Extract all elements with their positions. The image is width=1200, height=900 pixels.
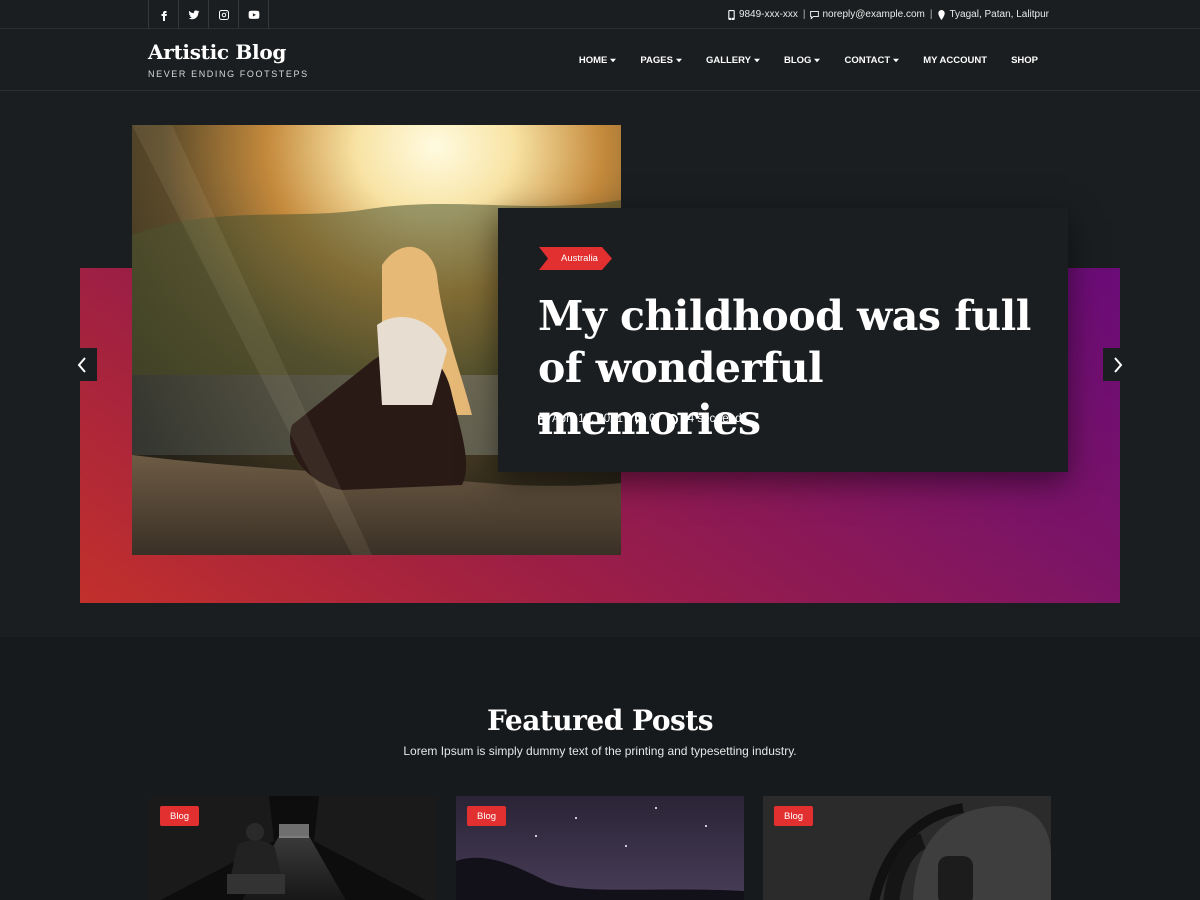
card-badge[interactable]: Blog [774,806,814,826]
email-address[interactable]: noreply@example.com [822,9,924,20]
nav-item-pages[interactable]: PAGES [628,55,694,66]
nav-label: SHOP [1011,55,1038,66]
map-pin-icon [938,9,946,20]
main-nav: HOME PAGES GALLERY BLOG CONTACT MY ACCOU… [567,30,1050,91]
chevron-down-icon [610,58,617,63]
nav-label: GALLERY [705,55,751,66]
nav-item-my-account[interactable]: MY ACCOUNT [911,55,999,66]
branding: Artistic Blog NEVER ENDING FOOTSTEPS [148,40,309,79]
nav-item-home[interactable]: HOME [567,55,629,66]
twitter-icon [188,9,199,19]
post-date-text: April 15, 2021 [552,413,623,425]
chevron-left-icon [77,356,86,373]
phone-info: 9849-xxx-xxx [727,9,798,20]
site-header: Artistic Blog NEVER ENDING FOOTSTEPS HOM… [0,30,1200,91]
calendar-icon [538,413,549,425]
section-subtitle: Lorem Ipsum is simply dummy text of the … [403,744,797,758]
comments-icon [634,414,646,425]
slider-next-button[interactable] [1103,348,1133,381]
youtube-link[interactable] [239,0,269,29]
chevron-right-icon [1114,356,1123,373]
nav-item-gallery[interactable]: GALLERY [694,55,772,66]
nav-label: HOME [578,55,608,66]
separator: | [929,9,933,20]
chevron-down-icon [814,58,821,63]
chevron-down-icon [675,58,682,63]
post-read-time: 24 sec read [667,413,741,425]
facebook-link[interactable] [149,0,179,29]
clock-icon [667,413,679,425]
slider-prev-button[interactable] [67,348,97,381]
section-title: Featured Posts [487,704,713,737]
youtube-icon [248,10,259,19]
address-text: Tyagal, Patan, Lalitpur [949,9,1049,20]
contact-info: 9849-xxx-xxx | noreply@example.com | Tya… [727,0,1049,29]
read-time-text: 24 sec read [681,413,742,425]
nav-label: MY ACCOUNT [923,55,988,66]
hero-post-card: Australia My childhood was full of wonde… [498,208,1068,472]
chevron-down-icon [754,58,760,63]
phone-number[interactable]: 9849-xxx-xxx [739,9,798,20]
featured-card[interactable]: Blog [763,796,1051,900]
chat-icon [810,10,820,20]
twitter-link[interactable] [179,0,209,29]
featured-card[interactable]: Blog [456,796,744,900]
facebook-icon [161,10,167,21]
nav-label: PAGES [640,55,673,66]
phone-icon [728,9,735,20]
post-date[interactable]: April 15, 2021 [538,413,623,425]
chevron-down-icon [893,58,900,63]
comment-count: 0 [648,413,656,425]
social-links [148,0,269,29]
post-comments[interactable]: 0 [634,413,656,425]
nav-label: BLOG [784,55,812,66]
card-badge[interactable]: Blog [160,806,200,826]
instagram-icon [218,9,229,20]
site-tagline: NEVER ENDING FOOTSTEPS [148,69,309,79]
nav-label: CONTACT [844,55,891,66]
nav-item-contact[interactable]: CONTACT [832,55,911,66]
address-info: Tyagal, Patan, Lalitpur [937,9,1049,20]
email-info: noreply@example.com [810,9,925,20]
separator: | [802,9,806,20]
site-title[interactable]: Artistic Blog [148,40,309,64]
nav-item-blog[interactable]: BLOG [772,55,832,66]
nav-item-shop[interactable]: SHOP [999,55,1050,66]
top-bar: 9849-xxx-xxx | noreply@example.com | Tya… [0,0,1200,29]
instagram-link[interactable] [209,0,239,29]
card-badge[interactable]: Blog [467,806,507,826]
featured-posts-section: Featured Posts Lorem Ipsum is simply dum… [0,637,1200,900]
category-tag[interactable]: Australia [539,247,612,270]
featured-card[interactable]: Blog [149,796,437,900]
post-meta: April 15, 2021 0 24 sec read [538,413,741,425]
